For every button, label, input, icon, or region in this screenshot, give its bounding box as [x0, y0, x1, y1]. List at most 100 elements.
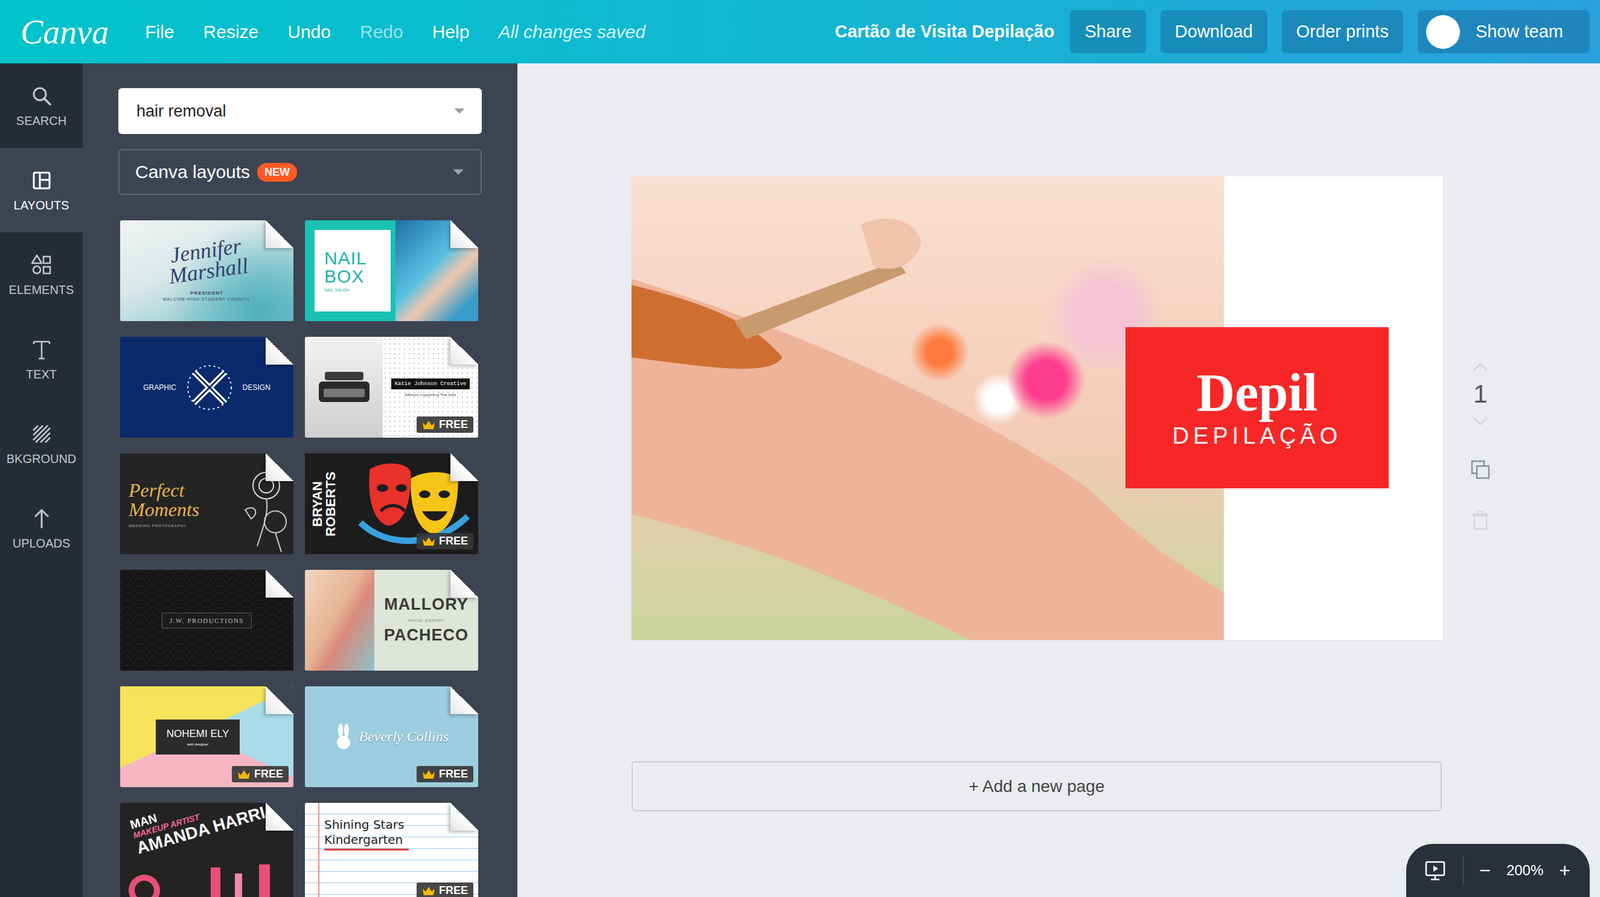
- page-curl: [450, 453, 479, 482]
- layout-thumbnail[interactable]: NOHEMI ELY web designer FREE: [120, 686, 294, 788]
- brand-subtitle[interactable]: DEPILAÇÃO: [1172, 423, 1343, 450]
- layout-thumbnail[interactable]: Katie Johnson Creative Effective Copywri…: [304, 336, 479, 438]
- page-curl: [450, 336, 479, 365]
- top-button[interactable]: Order prints: [1281, 10, 1404, 54]
- layout-thumbnail[interactable]: MALLORY mural painter PACHECO: [304, 569, 479, 671]
- layout-thumbnail[interactable]: J.W. PRODUCTIONS: [120, 569, 294, 671]
- workspace: Depil DEPILAÇÃO 1 + Add a new page − 200…: [517, 63, 1600, 897]
- layout-thumbnail[interactable]: BRYAN ROBERTS FREE: [304, 453, 479, 555]
- move-down-icon[interactable]: [1471, 415, 1490, 428]
- typewriter-icon: [313, 363, 375, 412]
- side-rail: SEARCH LAYOUTS ELEMENTS TEXT BKGROUND UP…: [0, 63, 83, 897]
- thumb-text: Kindergarten: [324, 832, 479, 848]
- thumb-text: DESIGN: [242, 383, 271, 392]
- page-curl: [450, 220, 479, 249]
- dropdown-arrow-icon: [451, 167, 465, 177]
- thumb-text: MALLORY: [384, 595, 468, 615]
- thumb-text: GRAPHIC: [143, 383, 177, 392]
- thumb-text: NOHEMI ELY: [166, 728, 230, 741]
- top-button[interactable]: Download: [1160, 10, 1268, 54]
- layout-thumbnail[interactable]: NAIL BOX NAIL SALON: [304, 220, 479, 322]
- page-curl: [265, 569, 294, 598]
- page-curl: [450, 569, 479, 598]
- top-buttons: Share Download Order prints Show team: [1069, 10, 1590, 54]
- layout-thumbnail[interactable]: Beverly Collins FREE: [304, 686, 479, 788]
- rail-item[interactable]: BKGROUND: [0, 401, 83, 487]
- present-icon[interactable]: [1423, 858, 1448, 883]
- layouts-dropdown[interactable]: Canva layouts NEW: [118, 149, 482, 196]
- pencils-icon: [182, 360, 237, 415]
- zoom-in-button[interactable]: +: [1558, 859, 1571, 883]
- rail-item[interactable]: SEARCH: [0, 63, 83, 148]
- rail-item[interactable]: TEXT: [0, 316, 83, 402]
- search-icon: [29, 83, 54, 109]
- document-title[interactable]: Cartão de Visita Depilação: [835, 21, 1055, 42]
- layout-thumbnail[interactable]: Shining Stars Kindergarten FREE: [304, 803, 479, 897]
- photo: [304, 569, 375, 671]
- free-badge: FREE: [416, 766, 474, 783]
- new-badge: NEW: [257, 163, 298, 182]
- thumb-text: Jennifer Marshall: [153, 233, 261, 289]
- layouts-panel: hair removal Canva layouts NEW Jennifer …: [82, 63, 518, 897]
- move-up-icon[interactable]: [1471, 361, 1490, 374]
- thumb-text: BOX: [324, 267, 391, 286]
- page-curl: [265, 803, 294, 831]
- crown-icon: [237, 769, 251, 780]
- top-bar: Canva FileResizeUndoRedoHelp All changes…: [0, 0, 1600, 64]
- text-icon: [29, 337, 54, 362]
- elements-icon: [29, 252, 54, 278]
- main-area: SEARCH LAYOUTS ELEMENTS TEXT BKGROUND UP…: [0, 63, 1600, 897]
- menu-item[interactable]: Help: [432, 21, 470, 43]
- thumb-text: Perfect Moments: [128, 480, 214, 520]
- layout-thumbnail[interactable]: GRAPHIC DESIGN: [120, 336, 294, 438]
- free-badge: FREE: [416, 882, 474, 897]
- thumb-text: Effective Copywriting That Sells: [405, 393, 456, 397]
- thumb-text: web designer: [166, 742, 230, 747]
- layout-thumbnail[interactable]: Perfect Moments WEDDING PHOTOGRAPHY: [120, 453, 294, 555]
- thumb-text: PACHECO: [384, 626, 469, 645]
- thumb-text: mural painter: [408, 617, 445, 624]
- delete-icon[interactable]: [1469, 509, 1492, 532]
- search-field[interactable]: hair removal: [118, 88, 482, 135]
- thumb-text: NAIL SALON: [324, 288, 391, 293]
- thumb-text: PRESIDENT: [190, 290, 224, 296]
- thumb-text: BRYAN: [310, 481, 325, 527]
- page-curl: [265, 220, 294, 249]
- canva-logo[interactable]: Canva: [20, 12, 109, 52]
- menu-item[interactable]: File: [144, 21, 174, 43]
- duplicate-icon[interactable]: [1469, 458, 1492, 481]
- add-page-button[interactable]: + Add a new page: [631, 761, 1442, 812]
- zoom-out-button[interactable]: −: [1479, 859, 1491, 883]
- top-menu: FileResizeUndoRedoHelp All changes saved: [144, 21, 646, 43]
- rail-item[interactable]: UPLOADS: [0, 486, 83, 571]
- page-controls: 1: [1467, 361, 1494, 532]
- makeup-icon: [120, 861, 294, 897]
- thumb-text: J.W. PRODUCTIONS: [161, 612, 252, 629]
- page-curl: [265, 336, 294, 365]
- rail-item[interactable]: ELEMENTS: [0, 232, 83, 317]
- design-page[interactable]: Depil DEPILAÇÃO: [631, 176, 1444, 640]
- crown-icon: [422, 886, 436, 896]
- layout-thumbnail[interactable]: Jennifer Marshall PRESIDENT MALCOM HIGH …: [120, 220, 294, 322]
- crown-icon: [422, 420, 436, 430]
- thumb-text: NAIL: [324, 249, 391, 268]
- page-curl: [450, 803, 479, 831]
- menu-item[interactable]: Resize: [203, 21, 260, 43]
- menu-item: Redo: [359, 21, 404, 43]
- logo-box[interactable]: Depil DEPILAÇÃO: [1125, 327, 1389, 489]
- zoom-controls: − 200% +: [1406, 844, 1590, 897]
- menu-item[interactable]: Undo: [287, 21, 331, 43]
- layout-thumbnail[interactable]: MAN MAKEUP ARTIST AMANDA HARRI: [120, 803, 294, 897]
- free-badge: FREE: [416, 533, 474, 550]
- page-curl: [265, 453, 294, 482]
- page-curl: [265, 686, 294, 715]
- thumb-text: Katie Johnson Creative: [391, 378, 471, 390]
- brand-name[interactable]: Depil: [1196, 366, 1318, 420]
- free-badge: FREE: [231, 766, 289, 783]
- zoom-level[interactable]: 200%: [1506, 862, 1544, 880]
- show-team-button[interactable]: Show team: [1417, 10, 1590, 54]
- rail-item[interactable]: LAYOUTS: [0, 147, 83, 233]
- thumb-text: Beverly Collins: [358, 728, 449, 746]
- page-curl: [450, 686, 479, 715]
- top-button[interactable]: Share: [1069, 10, 1146, 54]
